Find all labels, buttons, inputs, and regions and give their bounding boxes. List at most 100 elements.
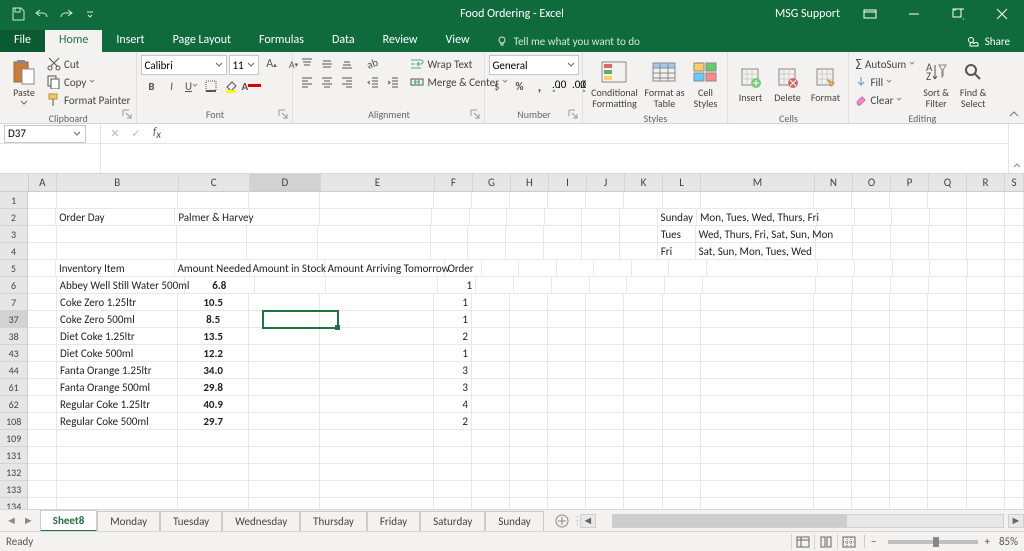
cell[interactable] — [816, 243, 854, 260]
cell[interactable] — [814, 413, 852, 430]
tab-insert[interactable]: Insert — [102, 30, 158, 52]
cell[interactable] — [852, 413, 890, 430]
row-header[interactable]: 4 — [0, 243, 28, 260]
cell[interactable] — [814, 447, 852, 464]
cell[interactable]: 2 — [434, 413, 472, 430]
cell[interactable] — [177, 226, 248, 243]
cell[interactable]: Inventory Item — [56, 260, 175, 277]
new-sheet-button[interactable] — [552, 514, 572, 528]
cell[interactable] — [890, 379, 928, 396]
cell[interactable] — [548, 464, 586, 481]
increase-decimal-icon[interactable]: .0.00 — [549, 77, 569, 95]
cell[interactable] — [620, 226, 658, 243]
cell[interactable] — [814, 328, 852, 345]
cell[interactable] — [28, 277, 56, 294]
cell[interactable] — [548, 328, 586, 345]
cell[interactable] — [28, 430, 57, 447]
cell[interactable] — [28, 243, 57, 260]
cell[interactable] — [249, 328, 320, 345]
cell[interactable] — [890, 413, 928, 430]
row-header[interactable]: 37 — [0, 311, 28, 328]
normal-view-icon[interactable] — [791, 534, 813, 550]
cell[interactable] — [930, 260, 967, 277]
cell[interactable]: Abbey Well Still Water 500ml — [57, 277, 185, 294]
cell[interactable] — [967, 464, 1005, 481]
cell[interactable] — [624, 192, 662, 209]
cell[interactable]: Diet Coke 1.25ltr — [57, 328, 178, 345]
hscroll-right-icon[interactable]: ► — [1008, 514, 1024, 528]
cell[interactable] — [624, 413, 662, 430]
cell[interactable] — [663, 362, 701, 379]
cell-styles-button[interactable]: Cell Styles — [687, 55, 723, 111]
cell[interactable] — [852, 396, 890, 413]
cell[interactable] — [663, 379, 701, 396]
cell[interactable] — [548, 447, 586, 464]
cell[interactable] — [814, 481, 852, 498]
row-header[interactable]: 109 — [0, 430, 28, 447]
cell[interactable] — [586, 447, 624, 464]
col-header[interactable]: B — [57, 174, 179, 191]
cell[interactable] — [318, 243, 431, 260]
cell[interactable] — [28, 447, 57, 464]
cell[interactable] — [28, 209, 56, 226]
autosum-button[interactable]: ∑AutoSum — [853, 55, 917, 73]
cell[interactable] — [853, 243, 891, 260]
cell[interactable] — [818, 260, 855, 277]
cell[interactable] — [852, 498, 890, 509]
cell[interactable] — [320, 294, 434, 311]
fill-color-button[interactable] — [221, 77, 241, 95]
cell[interactable] — [816, 277, 854, 294]
cell[interactable] — [320, 464, 434, 481]
cell[interactable] — [552, 277, 590, 294]
cell[interactable] — [624, 345, 662, 362]
cell[interactable] — [852, 311, 890, 328]
cell[interactable] — [701, 362, 815, 379]
font-size-combo[interactable]: 11 — [229, 55, 259, 75]
font-color-button[interactable]: A — [241, 77, 261, 95]
cell[interactable] — [890, 447, 928, 464]
row-header[interactable]: 43 — [0, 345, 28, 362]
cell[interactable] — [967, 481, 1005, 498]
cell[interactable] — [620, 243, 658, 260]
cell[interactable] — [632, 260, 669, 277]
cell[interactable]: 1 — [434, 294, 472, 311]
col-header[interactable]: A — [29, 174, 58, 191]
cell[interactable] — [1005, 345, 1024, 362]
italic-button[interactable]: I — [161, 77, 181, 95]
cell[interactable]: 1 — [438, 277, 476, 294]
align-middle-icon[interactable] — [317, 55, 337, 73]
cell[interactable] — [852, 345, 890, 362]
cell[interactable] — [548, 498, 586, 509]
cell[interactable] — [1005, 396, 1024, 413]
cell[interactable] — [701, 345, 815, 362]
sheet-tab[interactable]: Tuesday — [160, 511, 222, 531]
maximize-button[interactable] — [936, 0, 980, 28]
cell[interactable] — [320, 498, 434, 509]
cell[interactable] — [928, 294, 966, 311]
cancel-formula-icon[interactable]: ✕ — [105, 125, 125, 143]
cell[interactable] — [544, 243, 582, 260]
cell[interactable]: 8.5 — [178, 311, 249, 328]
cell[interactable] — [510, 362, 548, 379]
cell[interactable] — [1005, 192, 1024, 209]
cell[interactable] — [624, 379, 662, 396]
qat-dropdown-icon[interactable] — [78, 2, 102, 26]
cell[interactable] — [701, 192, 815, 209]
cell[interactable] — [249, 413, 320, 430]
cell[interactable] — [178, 481, 249, 498]
zoom-in-icon[interactable]: + — [985, 535, 990, 548]
cell[interactable] — [624, 447, 662, 464]
cell[interactable] — [249, 362, 320, 379]
cell[interactable] — [620, 209, 658, 226]
sheet-tab[interactable]: Wednesday — [222, 511, 300, 531]
cell[interactable] — [929, 243, 967, 260]
cell[interactable] — [890, 464, 928, 481]
cell[interactable] — [472, 379, 510, 396]
col-header[interactable]: J — [587, 174, 625, 191]
cell[interactable] — [320, 413, 434, 430]
cell[interactable] — [582, 243, 620, 260]
cell[interactable] — [320, 192, 434, 209]
cell[interactable] — [852, 447, 890, 464]
cell[interactable] — [852, 379, 890, 396]
cell[interactable] — [510, 481, 548, 498]
